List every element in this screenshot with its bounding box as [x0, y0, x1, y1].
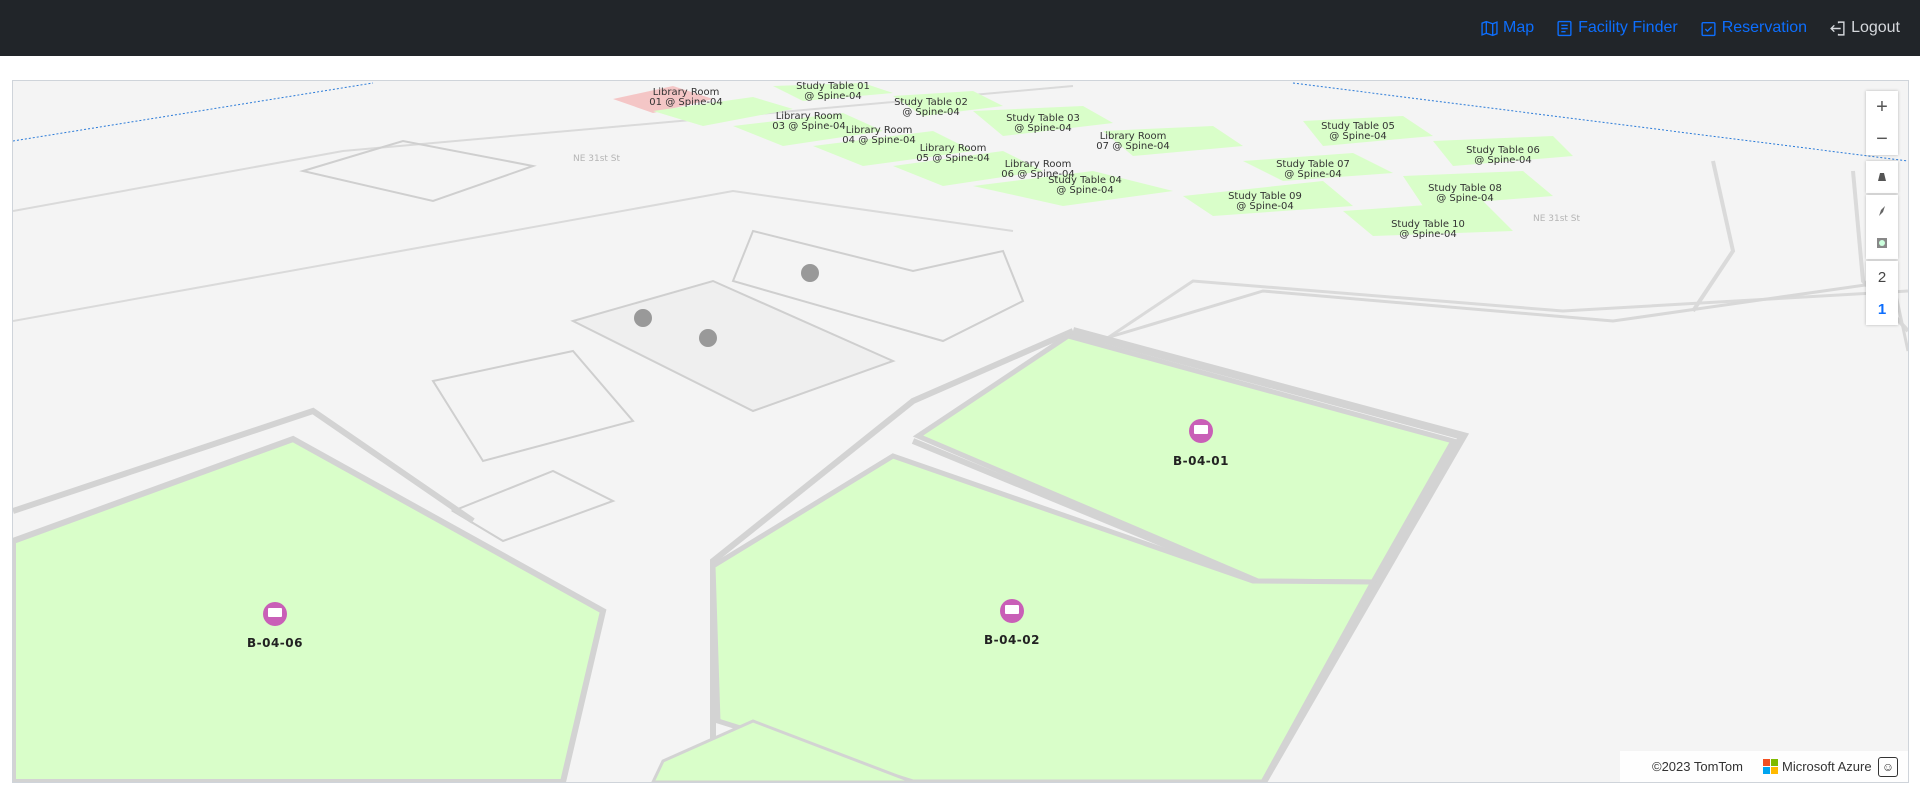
unit-label[interactable]: Study Table 05 @ Spine-04 — [1321, 121, 1395, 142]
indoor-map[interactable]: NE 31st St NE 31st St Library Room 01 @ … — [12, 80, 1909, 783]
nav-facility-finder-label: Facility Finder — [1578, 19, 1678, 36]
compass-icon — [1879, 206, 1885, 216]
zoom-out-button[interactable]: − — [1866, 123, 1898, 155]
unit-label[interactable]: Library Room 03 @ Spine-04 — [772, 111, 845, 132]
unit-shapes — [613, 83, 1573, 236]
top-navbar: Map Facility Finder Reservation Logout — [0, 0, 1920, 56]
list-icon — [1557, 20, 1572, 36]
zoom-in-button[interactable]: + — [1866, 91, 1898, 123]
nav-logout-label: Logout — [1851, 19, 1900, 36]
floor-plan: NE 31st St NE 31st St Library Room 01 @ … — [13, 81, 1908, 782]
nav-facility-finder-link[interactable]: Facility Finder — [1556, 19, 1678, 37]
layers-icon — [1877, 238, 1887, 248]
nav-reservation-link[interactable]: Reservation — [1700, 19, 1807, 37]
room-label-b-04-01: B-04-01 — [1173, 454, 1229, 468]
compass-button[interactable] — [1866, 195, 1898, 227]
unit-label[interactable]: Study Table 04 @ Spine-04 — [1048, 175, 1122, 196]
unit-label[interactable]: Library Room 01 @ Spine-04 — [649, 87, 722, 108]
map-icon — [1481, 20, 1498, 36]
floor-picker: 2 1 — [1866, 261, 1898, 325]
nav-links: Map Facility Finder Reservation Logout — [1481, 0, 1900, 56]
unit-label[interactable]: Library Room 04 @ Spine-04 — [842, 125, 915, 146]
logout-icon — [1830, 20, 1845, 36]
map-attribution: ©2023 TomTom Microsoft Azure ☺ — [1620, 751, 1908, 782]
nav-map-link[interactable]: Map — [1481, 19, 1534, 37]
compass-control — [1866, 195, 1898, 259]
pitch-icon — [1878, 173, 1886, 181]
nav-logout-link[interactable]: Logout — [1829, 19, 1900, 37]
pitch-button[interactable] — [1866, 161, 1898, 193]
provider-text: Microsoft Azure — [1782, 759, 1872, 774]
unit-label[interactable]: Study Table 02 @ Spine-04 — [894, 97, 968, 118]
room-label-b-04-02: B-04-02 — [984, 633, 1040, 647]
floor-button-1[interactable]: 1 — [1866, 293, 1898, 325]
unit-label[interactable]: Library Room 07 @ Spine-04 — [1096, 131, 1169, 152]
floor-button-2[interactable]: 2 — [1866, 261, 1898, 293]
nav-reservation-label: Reservation — [1721, 19, 1808, 36]
microsoft-logo-icon — [1763, 759, 1778, 774]
unit-label[interactable]: Study Table 08 @ Spine-04 — [1428, 183, 1502, 204]
street-label: NE 31st St — [1533, 214, 1581, 224]
street-label: NE 31st St — [573, 154, 621, 164]
style-picker-button[interactable] — [1866, 227, 1898, 259]
copyright-text: ©2023 TomTom — [1652, 759, 1743, 774]
unit-label[interactable]: Study Table 03 @ Spine-04 — [1006, 113, 1080, 134]
calendar-check-icon — [1701, 21, 1716, 36]
unit-label[interactable]: Study Table 01 @ Spine-04 — [796, 81, 870, 102]
unit-label[interactable]: Study Table 09 @ Spine-04 — [1228, 191, 1302, 212]
unit-label[interactable]: Study Table 07 @ Spine-04 — [1276, 159, 1350, 180]
zoom-control: + − — [1866, 91, 1898, 155]
room-label-b-04-06: B-04-06 — [247, 636, 303, 650]
room-b-04-06-shape[interactable] — [13, 435, 607, 782]
pitch-control — [1866, 161, 1898, 193]
feedback-icon[interactable]: ☺ — [1878, 757, 1898, 777]
unit-label[interactable]: Study Table 06 @ Spine-04 — [1466, 145, 1540, 166]
unit-label[interactable]: Study Table 10 @ Spine-04 — [1391, 219, 1465, 240]
nav-map-label: Map — [1502, 19, 1535, 36]
unit-label[interactable]: Library Room 05 @ Spine-04 — [916, 143, 989, 164]
